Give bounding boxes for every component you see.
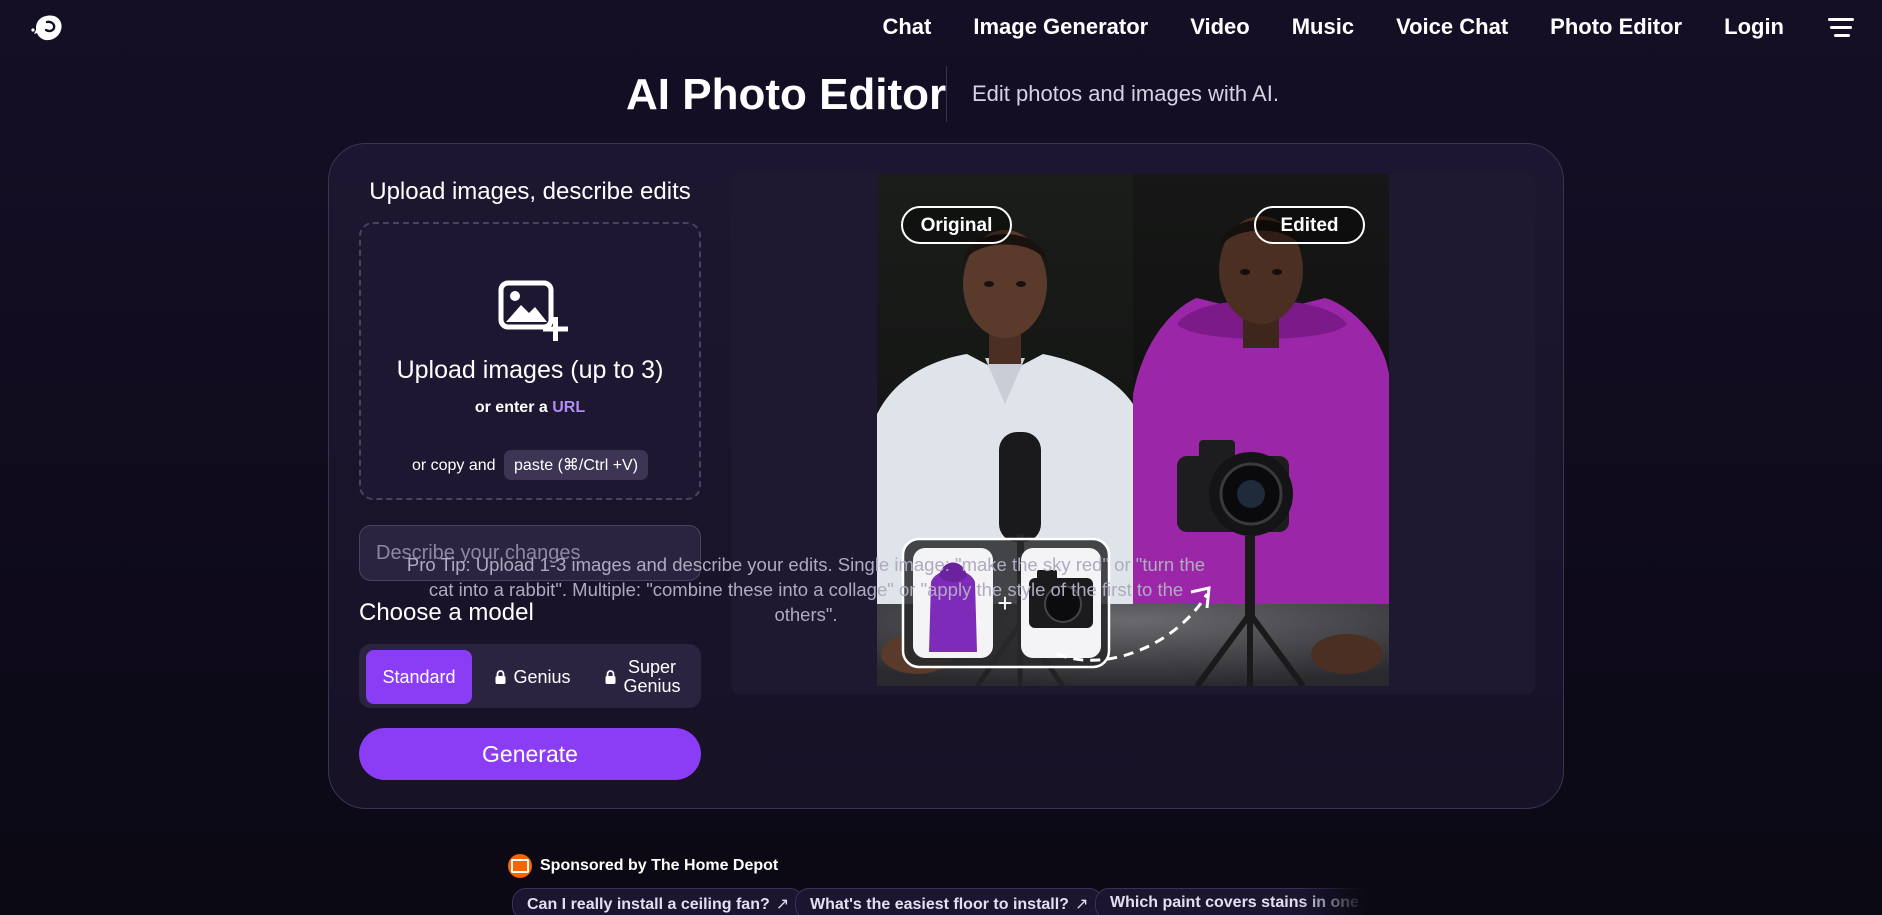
pro-tip: Pro Tip: Upload 1-3 images and describe …: [406, 554, 1206, 625]
external-link-icon: ↗: [1074, 896, 1089, 913]
model-selector: Standard Genius Super Genius: [359, 644, 701, 708]
chip-label: Can I really install a ceiling fan?: [527, 896, 770, 913]
paste-button[interactable]: paste (⌘/Ctrl +V): [504, 450, 649, 480]
external-link-icon: ↗: [775, 896, 790, 913]
nav-link-chat[interactable]: Chat: [882, 14, 931, 40]
page-subtitle: Edit photos and images with AI.: [972, 81, 1279, 106]
title-divider: [946, 66, 947, 122]
model-option-standard[interactable]: Standard: [366, 650, 472, 704]
upload-dropzone[interactable]: Upload images (up to 3) or enter a URL o…: [359, 222, 701, 500]
edited-badge: Edited: [1280, 215, 1338, 236]
or-copy-text: or copy and: [411, 457, 496, 474]
hamburger-menu-icon[interactable]: [1828, 18, 1856, 40]
sponsor-text: Sponsored by The Home Depot: [540, 857, 779, 874]
nav-link-voice-chat[interactable]: Voice Chat: [1396, 14, 1508, 40]
model-option-super-genius[interactable]: Super Genius: [595, 650, 691, 704]
sponsor-chip[interactable]: Can I really install a ceiling fan? ↗: [512, 888, 805, 915]
nav-link-login[interactable]: Login: [1724, 14, 1784, 40]
or-enter-text: or enter a: [474, 399, 548, 416]
editor-card: Upload images, describe edits Upload ima…: [328, 143, 1564, 809]
dolphin-logo-icon[interactable]: [30, 12, 66, 44]
chip-fade-overlay: [1298, 888, 1378, 915]
upload-label: Upload images (up to 3): [396, 356, 664, 384]
home-depot-logo-icon: [508, 854, 532, 878]
enter-url-row: or enter a URL: [361, 399, 699, 417]
generate-button[interactable]: Generate: [359, 728, 701, 780]
sponsor-chip[interactable]: What's the easiest floor to install? ↗: [795, 888, 1104, 915]
paste-row: or copy and paste (⌘/Ctrl +V): [361, 450, 699, 480]
add-image-icon: [498, 280, 568, 341]
super-label-line: Super: [627, 657, 677, 677]
chip-label: What's the easiest floor to install?: [810, 896, 1069, 913]
page-header: AI Photo Editor Edit photos and images w…: [0, 66, 1882, 128]
model-option-label: Standard: [382, 666, 456, 687]
model-option-label: Genius: [513, 666, 571, 687]
nav-link-photo-editor[interactable]: Photo Editor: [1550, 14, 1682, 40]
upload-heading: Upload images, describe edits: [369, 178, 691, 205]
model-option-label: Super Genius: [623, 658, 680, 696]
top-nav: Chat Image Generator Video Music Voice C…: [0, 0, 1882, 58]
nav-link-music[interactable]: Music: [1292, 14, 1354, 40]
url-link[interactable]: URL: [552, 399, 585, 416]
nav-link-video[interactable]: Video: [1190, 14, 1250, 40]
original-badge: Original: [921, 215, 993, 236]
page-title: AI Photo Editor: [626, 70, 947, 119]
nav-links: Chat Image Generator Video Music Voice C…: [882, 14, 1784, 40]
sponsor-chips: Can I really install a ceiling fan? ↗ Wha…: [512, 888, 1378, 915]
sponsor-row: Sponsored by The Home Depot: [508, 853, 778, 879]
model-option-genius[interactable]: Genius: [491, 650, 575, 704]
super-label-line: Genius: [623, 676, 681, 696]
nav-link-image-generator[interactable]: Image Generator: [973, 14, 1148, 40]
lock-icon: [605, 670, 616, 684]
lock-icon: [495, 670, 506, 684]
